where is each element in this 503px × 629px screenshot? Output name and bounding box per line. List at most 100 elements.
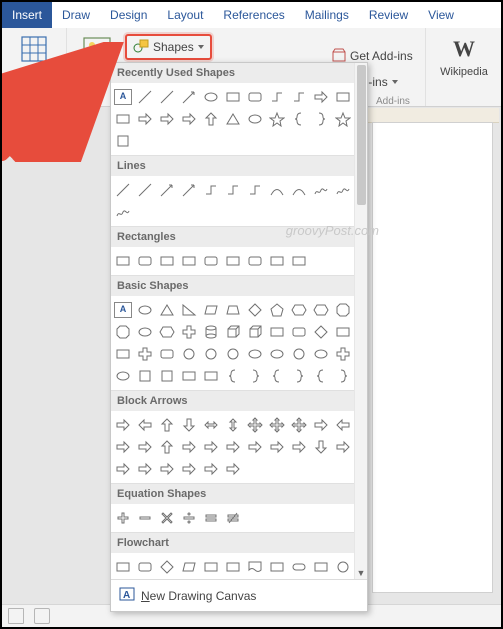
shape-item[interactable]: [201, 508, 221, 528]
tab-draw[interactable]: Draw: [52, 2, 100, 28]
shape-item[interactable]: [223, 251, 243, 271]
shape-item[interactable]: [135, 344, 155, 364]
shape-item[interactable]: [113, 109, 133, 129]
shape-item[interactable]: [179, 508, 199, 528]
scroll-thumb[interactable]: [357, 65, 366, 205]
shape-item[interactable]: [179, 415, 199, 435]
shape-item[interactable]: [179, 366, 199, 386]
shape-item[interactable]: [113, 557, 133, 577]
new-drawing-canvas-item[interactable]: A New Drawing Canvas: [111, 579, 367, 611]
shape-item[interactable]: [289, 557, 309, 577]
shape-item[interactable]: [201, 109, 221, 129]
statusbar-icon-2[interactable]: [34, 608, 50, 624]
shape-item[interactable]: [201, 344, 221, 364]
shape-item[interactable]: [267, 322, 287, 342]
shape-item[interactable]: [157, 109, 177, 129]
shape-item[interactable]: [135, 300, 155, 320]
shape-item[interactable]: [135, 508, 155, 528]
shape-item[interactable]: [223, 344, 243, 364]
shape-item[interactable]: [311, 557, 331, 577]
shape-item[interactable]: [267, 251, 287, 271]
shape-item[interactable]: [201, 366, 221, 386]
shape-item[interactable]: [201, 322, 221, 342]
shape-item[interactable]: [135, 437, 155, 457]
shape-item[interactable]: [179, 251, 199, 271]
shape-item[interactable]: [333, 437, 353, 457]
shape-item[interactable]: [223, 437, 243, 457]
shape-item[interactable]: [311, 366, 331, 386]
dropdown-scrollbar[interactable]: ▲ ▼: [354, 63, 367, 579]
shape-item[interactable]: [113, 180, 133, 200]
shape-item[interactable]: [245, 87, 265, 107]
shape-item[interactable]: [333, 300, 353, 320]
shape-item[interactable]: [223, 109, 243, 129]
shape-item[interactable]: [135, 366, 155, 386]
shape-item[interactable]: [157, 508, 177, 528]
shape-item[interactable]: [223, 322, 243, 342]
shape-item[interactable]: [289, 366, 309, 386]
shape-item[interactable]: [179, 109, 199, 129]
shape-item[interactable]: [201, 87, 221, 107]
shape-item[interactable]: [157, 251, 177, 271]
shape-item[interactable]: [179, 459, 199, 479]
shape-item[interactable]: [245, 180, 265, 200]
shape-item[interactable]: [157, 415, 177, 435]
shape-item[interactable]: [113, 202, 133, 222]
shape-item[interactable]: [157, 437, 177, 457]
shape-item[interactable]: [267, 300, 287, 320]
shape-item[interactable]: [179, 322, 199, 342]
shape-item[interactable]: [311, 437, 331, 457]
tab-review[interactable]: Review: [359, 2, 418, 28]
shape-item[interactable]: [201, 251, 221, 271]
shape-item[interactable]: [333, 180, 353, 200]
shape-item[interactable]: [311, 300, 331, 320]
shape-item[interactable]: [179, 437, 199, 457]
shape-item[interactable]: [289, 109, 309, 129]
shape-item[interactable]: [289, 415, 309, 435]
shape-item[interactable]: [245, 109, 265, 129]
shape-item[interactable]: [245, 344, 265, 364]
shape-item[interactable]: [311, 344, 331, 364]
shape-item[interactable]: [201, 300, 221, 320]
shape-item[interactable]: [157, 87, 177, 107]
shape-item[interactable]: [333, 322, 353, 342]
scroll-down-icon[interactable]: ▼: [355, 567, 367, 579]
shape-item[interactable]: [333, 87, 353, 107]
shape-item[interactable]: [267, 180, 287, 200]
shape-item[interactable]: [201, 415, 221, 435]
shape-item[interactable]: [311, 87, 331, 107]
shape-item[interactable]: [289, 300, 309, 320]
shape-item[interactable]: [157, 322, 177, 342]
shape-item[interactable]: [223, 508, 243, 528]
shape-item[interactable]: [135, 87, 155, 107]
shape-item[interactable]: [311, 109, 331, 129]
shape-item[interactable]: [179, 87, 199, 107]
tab-layout[interactable]: Layout: [157, 2, 213, 28]
shape-item[interactable]: [113, 344, 133, 364]
shape-item[interactable]: [223, 300, 243, 320]
shape-item[interactable]: [135, 180, 155, 200]
wikipedia-button[interactable]: W Wikipedia: [436, 32, 492, 80]
shape-item[interactable]: A: [113, 300, 133, 320]
shape-item[interactable]: [333, 109, 353, 129]
shape-item[interactable]: [311, 415, 331, 435]
table-button[interactable]: Table: [10, 32, 58, 92]
tab-design[interactable]: Design: [100, 2, 157, 28]
shape-item[interactable]: [135, 557, 155, 577]
document-page[interactable]: [372, 122, 493, 593]
shape-item[interactable]: [135, 251, 155, 271]
shape-item[interactable]: [201, 180, 221, 200]
shape-item[interactable]: [267, 344, 287, 364]
statusbar-icon-1[interactable]: [8, 608, 24, 624]
shape-item[interactable]: [245, 366, 265, 386]
shape-item[interactable]: [333, 415, 353, 435]
shape-item[interactable]: [157, 459, 177, 479]
shape-item[interactable]: [245, 437, 265, 457]
shape-item[interactable]: [245, 322, 265, 342]
shape-item[interactable]: [245, 300, 265, 320]
shape-item[interactable]: [223, 180, 243, 200]
tab-view[interactable]: View: [418, 2, 464, 28]
tab-references[interactable]: References: [213, 2, 294, 28]
shape-item[interactable]: [157, 180, 177, 200]
shape-item[interactable]: [333, 366, 353, 386]
